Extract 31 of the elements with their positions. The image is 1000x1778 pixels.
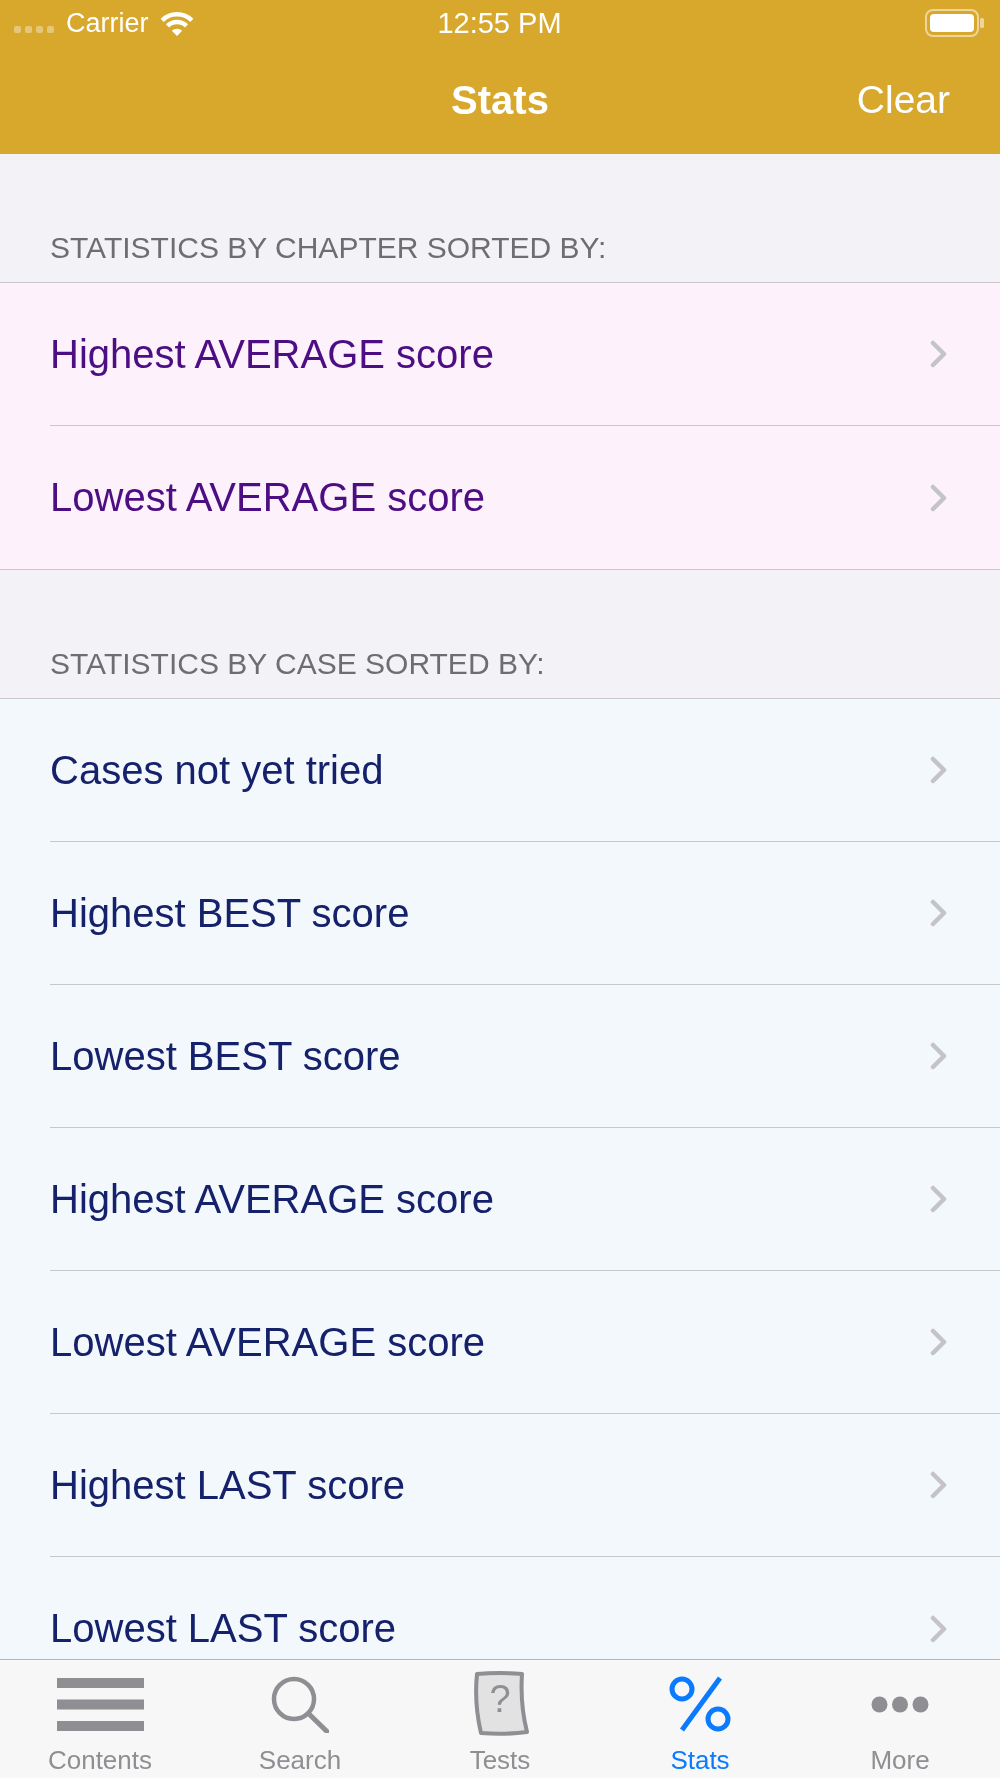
chevron-icon bbox=[930, 1042, 947, 1070]
percent-icon bbox=[669, 1676, 731, 1732]
list-row[interactable]: Lowest AVERAGE score bbox=[0, 1271, 1000, 1414]
list-icon bbox=[56, 1677, 144, 1731]
chevron-icon bbox=[930, 756, 947, 784]
tab-bar-item[interactable]: Stats bbox=[600, 1660, 800, 1778]
battery-icon bbox=[925, 9, 985, 37]
signal-icon bbox=[14, 26, 54, 34]
status-time: 12:55 PM bbox=[437, 6, 562, 40]
list-row[interactable]: Lowest AVERAGE score bbox=[0, 426, 1000, 569]
chevron-icon bbox=[930, 1471, 947, 1499]
list-row[interactable]: Cases not yet tried bbox=[0, 699, 1000, 842]
list-row[interactable]: Highest AVERAGE score bbox=[0, 283, 1000, 426]
chevron-icon bbox=[930, 1328, 947, 1356]
section-header: STATISTICS BY CASE SORTED BY: bbox=[50, 646, 545, 682]
list-row[interactable]: Lowest BEST score bbox=[0, 985, 1000, 1128]
list-row[interactable]: Highest AVERAGE score bbox=[0, 1128, 1000, 1271]
chevron-icon bbox=[930, 1185, 947, 1213]
list-row[interactable]: Lowest LAST score bbox=[0, 1557, 1000, 1659]
section-header: STATISTICS BY CHAPTER SORTED BY: bbox=[50, 230, 607, 266]
wifi-icon bbox=[158, 11, 195, 37]
chevron-icon bbox=[930, 899, 947, 927]
list-row[interactable]: Highest LAST score bbox=[0, 1414, 1000, 1557]
carrier-label: Carrier bbox=[66, 7, 149, 39]
more-icon bbox=[871, 1695, 929, 1713]
search-icon bbox=[271, 1675, 329, 1733]
chevron-icon bbox=[930, 483, 947, 512]
chevron-icon bbox=[930, 340, 947, 368]
chevron-icon bbox=[930, 1614, 947, 1643]
nav-title: Stats bbox=[451, 77, 549, 123]
list-row[interactable]: Highest BEST score bbox=[0, 842, 1000, 985]
